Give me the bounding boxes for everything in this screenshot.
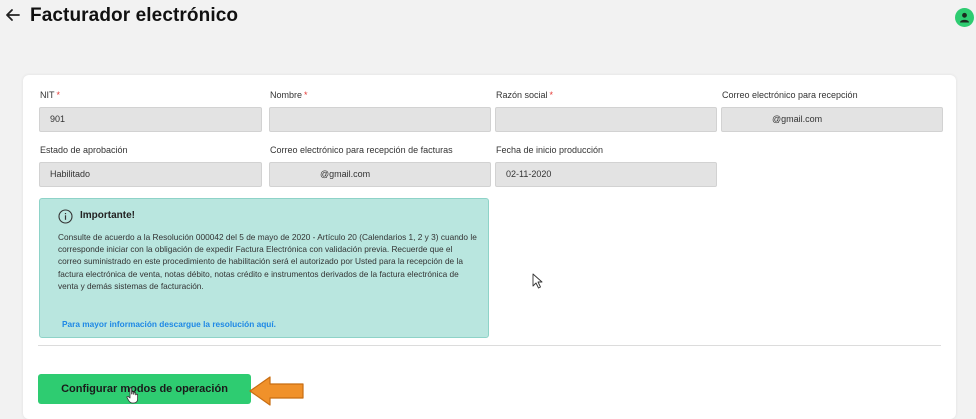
- estado-aprobacion-label: Estado de aprobación: [40, 145, 128, 155]
- nombre-label: Nombre *: [270, 90, 308, 100]
- correo-recepcion-label: Correo electrónico para recepción: [722, 90, 858, 100]
- download-resolution-link[interactable]: Para mayor información descargue la reso…: [62, 319, 276, 329]
- nit-field[interactable]: 901: [39, 107, 262, 132]
- avatar[interactable]: [955, 8, 974, 27]
- correo-recepcion-field[interactable]: @gmail.com: [721, 107, 943, 132]
- mouse-pointer-icon: [532, 273, 543, 289]
- nombre-field[interactable]: [269, 107, 491, 132]
- divider: [38, 345, 941, 346]
- page-title: Facturador electrónico: [30, 5, 239, 26]
- back-arrow-icon[interactable]: [4, 6, 22, 24]
- nit-label: NIT *: [40, 90, 61, 100]
- configure-operation-modes-button[interactable]: Configurar modos de operación: [38, 374, 251, 404]
- notice-body: Consulte de acuerdo a la Resolución 0000…: [58, 232, 477, 291]
- issuer-card: NIT * 901 Nombre * Razón social * Correo el…: [23, 75, 956, 419]
- notice-title: Importante!: [80, 210, 135, 221]
- top-bar: Facturador electrónico: [0, 0, 976, 36]
- correo-facturas-label: Correo electrónico para recepción de fac…: [270, 145, 453, 155]
- fecha-inicio-field[interactable]: 02-11-2020: [495, 162, 717, 187]
- annotation-arrow-icon: [249, 376, 304, 406]
- estado-aprobacion-field[interactable]: Habilitado: [39, 162, 262, 187]
- correo-facturas-field[interactable]: @gmail.com: [269, 162, 491, 187]
- info-icon: [58, 209, 73, 224]
- razon-social-field[interactable]: [495, 107, 717, 132]
- user-icon: [960, 12, 969, 23]
- hand-cursor-icon: [126, 387, 138, 404]
- fecha-inicio-label: Fecha de inicio producción: [496, 145, 604, 155]
- important-notice: Importante! Consulte de acuerdo a la Res…: [39, 198, 489, 338]
- razon-social-label: Razón social *: [496, 90, 554, 100]
